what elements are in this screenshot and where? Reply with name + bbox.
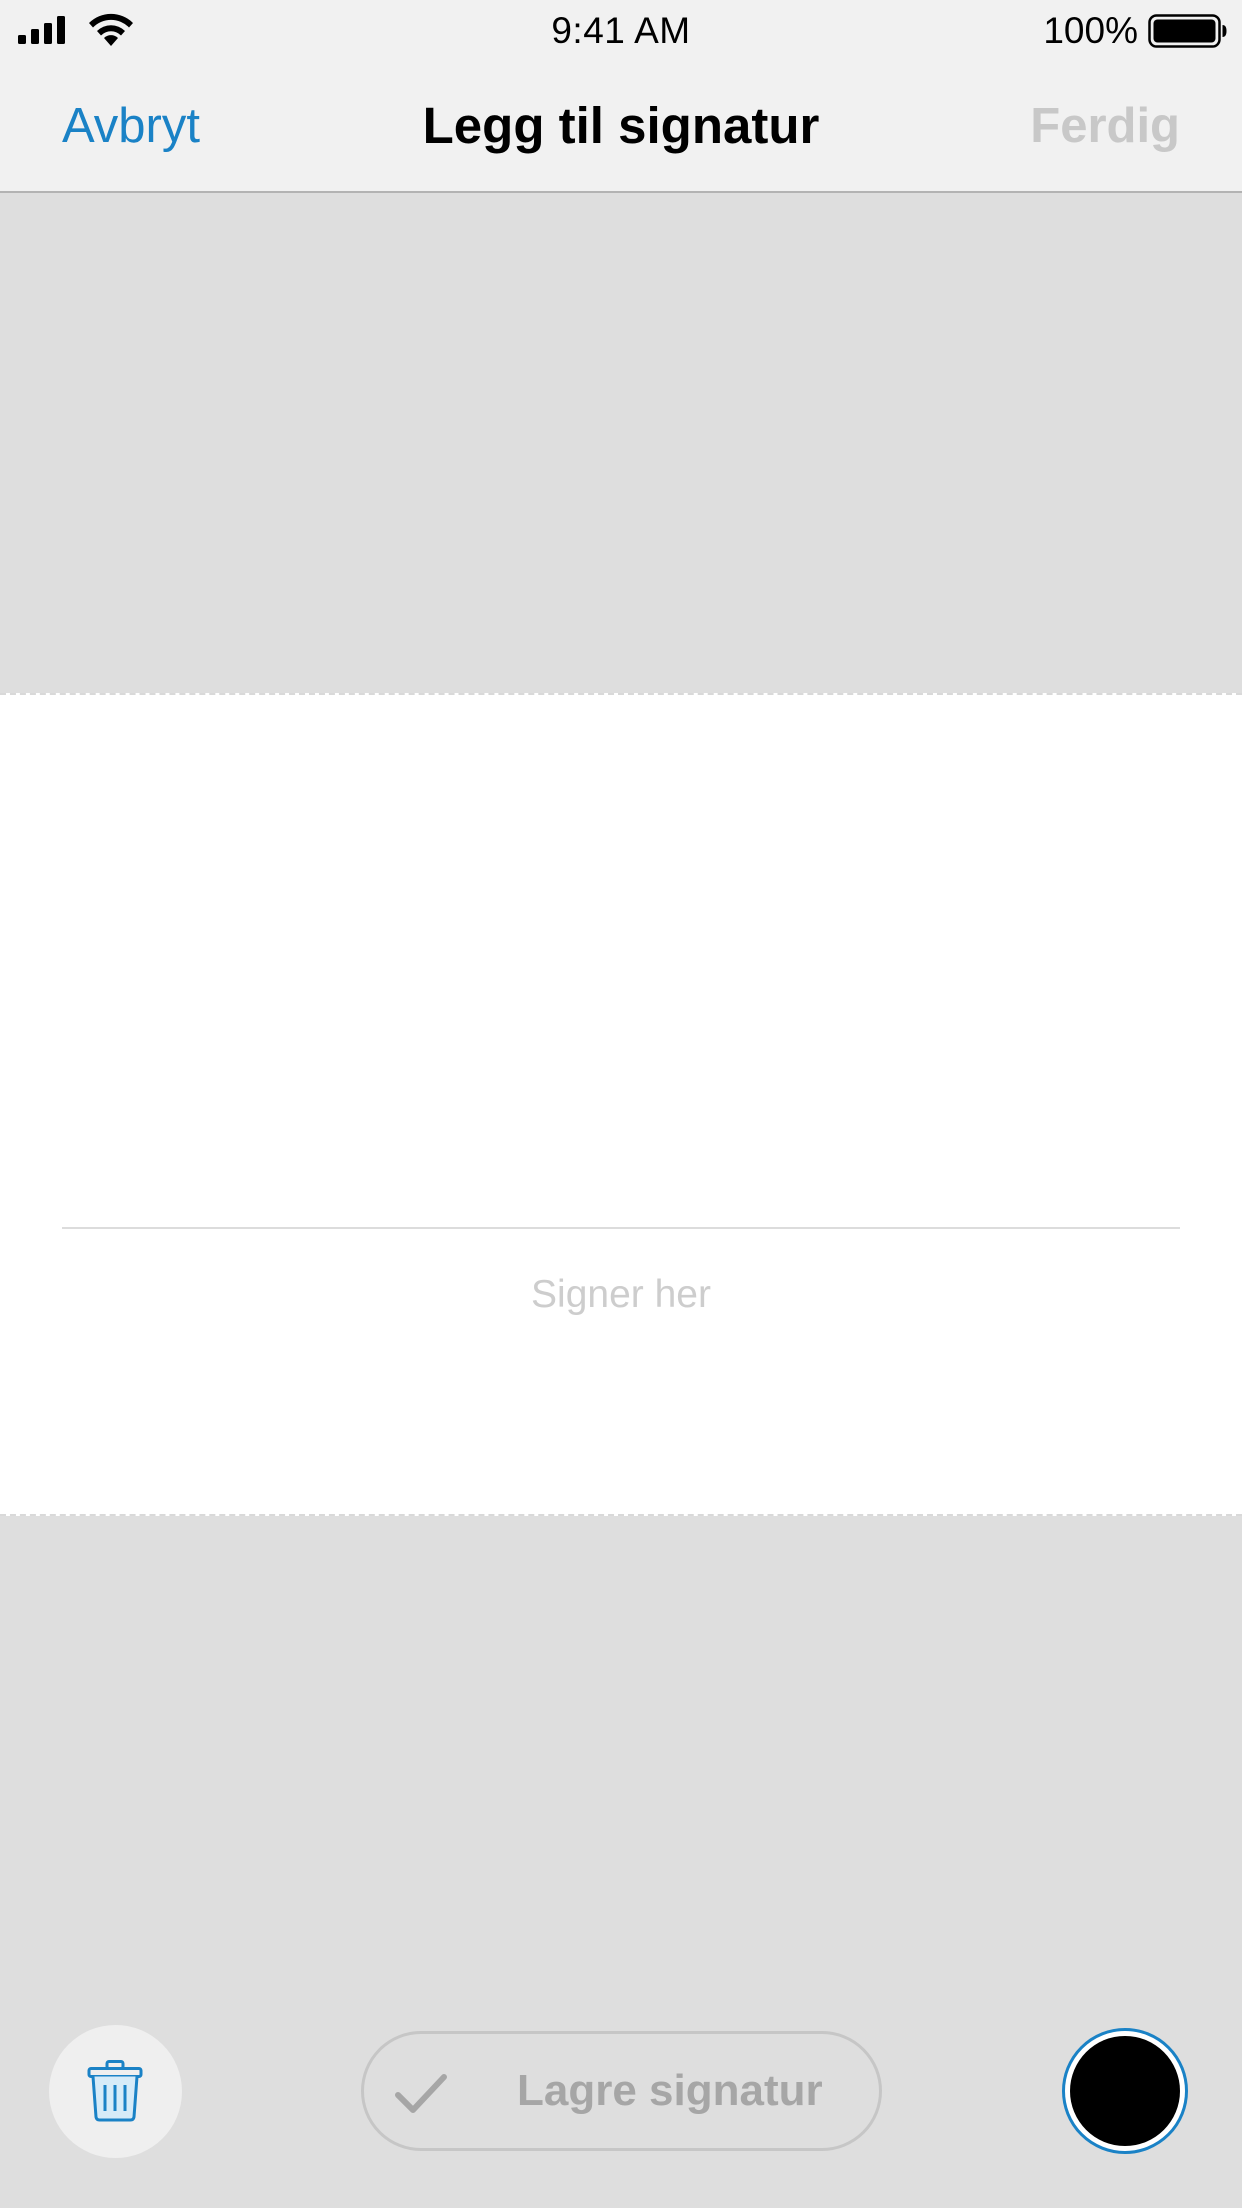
checkmark-icon [395, 2074, 447, 2113]
battery-full-icon [1148, 14, 1227, 48]
status-bar: 9:41 AM 100% [0, 0, 1242, 62]
save-signature-label: Lagre signatur [517, 2066, 823, 2115]
pen-color-button[interactable] [1062, 2028, 1188, 2154]
save-signature-button[interactable]: Lagre signatur [361, 2031, 882, 2151]
trash-icon [87, 2060, 143, 2122]
signature-pad[interactable]: Signer her [0, 693, 1242, 1516]
signature-baseline [62, 1227, 1180, 1229]
done-button[interactable]: Ferdig [1030, 98, 1180, 154]
battery-percent: 100% [1043, 10, 1138, 51]
navigation-bar: Avbryt Legg til signatur Ferdig [0, 62, 1242, 193]
signature-hint: Signer her [531, 1273, 711, 1316]
clear-signature-button[interactable] [49, 2025, 182, 2158]
pen-color-swatch [1070, 2036, 1180, 2146]
